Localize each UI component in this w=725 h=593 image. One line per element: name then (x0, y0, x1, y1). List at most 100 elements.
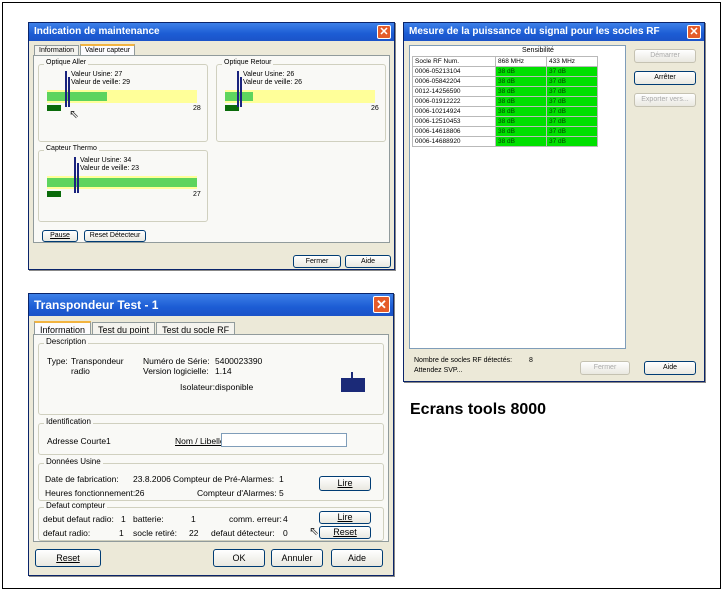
annuler-button[interactable]: Annuler (271, 549, 323, 567)
sensor-bar-base (47, 105, 61, 111)
batterie-label: batterie: (133, 514, 164, 524)
reset-defaut-button[interactable]: Reset (319, 526, 371, 539)
prealarmes-value: 1 (279, 474, 284, 484)
serie-value: 5400023390 (215, 356, 263, 366)
sensor-bar-level (47, 92, 107, 101)
rf-signal-titlebar: Mesure de la puissance du signal pour le… (404, 23, 704, 41)
sensor-bar-level (225, 92, 253, 101)
group-identification: Identification Adresse Courte1 Nom / Lib… (38, 417, 384, 455)
group-description: Description Type: Transpondeur radio Num… (38, 337, 384, 415)
window-title: Transpondeur Test - 1 (34, 298, 159, 312)
valeur-veille: Valeur de veille: 23 (80, 165, 140, 172)
date-fabrication-label: Date de fabrication: (45, 474, 119, 484)
valeur-veille: Valeur de veille: 26 (243, 79, 303, 86)
tab-panel: Optique Aller Valeur Usine: 27 Valeur de… (33, 55, 390, 243)
fermer-button[interactable]: Fermer (293, 255, 341, 268)
heures-value: 26 (135, 488, 145, 498)
veille-marker (240, 77, 242, 107)
col-socle[interactable]: Socle RF Num. (412, 56, 496, 67)
date-fabrication-value: 23.8.2006 (133, 474, 171, 484)
fermer-button[interactable]: Fermer (580, 361, 630, 375)
col-868[interactable]: 868 MHz (495, 56, 547, 67)
heures-label: Heures fonctionnement: (45, 488, 136, 498)
valeur-usine: Valeur Usine: 26 (243, 71, 295, 78)
defaut-detecteur-label: defaut détecteur: (211, 528, 275, 538)
sensor-value: 28 (193, 105, 201, 112)
aide-button[interactable]: Aide (345, 255, 391, 268)
close-icon[interactable]: ✕ (373, 296, 390, 313)
nom-libelle-input[interactable] (221, 433, 347, 447)
pause-button[interactable]: Pause (42, 230, 78, 242)
usine-marker (74, 157, 76, 193)
type-value: Transpondeur radio (71, 356, 124, 376)
lire-usine-button[interactable]: Lire (319, 476, 371, 491)
usine-marker (65, 71, 67, 107)
isolateur-label: Isolateur: (180, 382, 215, 392)
reset-detecteur-button[interactable]: Reset Détecteur (84, 230, 146, 242)
window-title: Mesure de la puissance du signal pour le… (409, 26, 660, 37)
table-row[interactable]: 0006-01912222 38 dB 37 dB (412, 96, 598, 107)
serie-label: Numéro de Série: (143, 356, 210, 366)
valeur-veille: Valeur de veille: 29 (71, 79, 131, 86)
arreter-button[interactable]: Arrêter (634, 71, 696, 85)
usine-marker (237, 71, 239, 107)
table-row[interactable]: 0006-14688920 38 dB 37 dB (412, 136, 598, 147)
socle-retire-value: 22 (189, 528, 199, 538)
debut-defaut-radio-label: debut defaut radio: (43, 514, 114, 524)
sensibilite-header: Sensibilité (522, 47, 554, 54)
version-value: 1.14 (215, 366, 232, 376)
type-label: Type: (47, 356, 68, 366)
mouse-cursor-icon: ⇖ (69, 107, 80, 121)
col-433[interactable]: 433 MHz (546, 56, 598, 67)
group-label: Optique Aller (44, 59, 89, 66)
valeur-usine: Valeur Usine: 27 (71, 71, 123, 78)
rf-signal-window: Mesure de la puissance du signal pour le… (403, 22, 705, 382)
comm-erreur-label: comm. erreur: (229, 514, 282, 524)
group-label: Identification (44, 417, 93, 426)
alarmes-label: Compteur d'Alarmes: (197, 488, 277, 498)
close-icon[interactable]: ✕ (377, 25, 391, 39)
group-label: Defaut compteur (44, 501, 108, 510)
sensor-bar-level (47, 178, 197, 187)
veille-marker (77, 163, 79, 193)
sensor-value: 27 (193, 191, 201, 198)
maintenance-titlebar: Indication de maintenance ✕ (29, 23, 394, 41)
window-title: Indication de maintenance (34, 26, 160, 37)
defaut-radio-label: defaut radio: (43, 528, 91, 538)
socle-retire-label: socle retiré: (133, 528, 177, 538)
nombre-socles-label: Nombre de socles RF détectés: (414, 357, 513, 364)
group-optique-retour: Optique Retour Valeur Usine: 26 Valeur d… (216, 59, 386, 142)
alarmes-value: 5 (279, 488, 284, 498)
exporter-button[interactable]: Exporter vers... (634, 93, 696, 107)
caption: Ecrans tools 8000 (410, 401, 547, 418)
rf-table: Socle RF Num. 868 MHz 433 MHz 0006-05213… (412, 56, 598, 147)
information-panel: Description Type: Transpondeur radio Num… (33, 334, 389, 542)
table-row[interactable]: 0012-14256590 38 dB 37 dB (412, 86, 598, 97)
demarrer-button[interactable]: Démarrer (634, 49, 696, 63)
maintenance-window: Indication de maintenance ✕ Information … (28, 22, 395, 270)
table-row[interactable]: 0006-14618806 38 dB 37 dB (412, 126, 598, 137)
group-label: Données Usine (44, 457, 103, 466)
table-row[interactable]: 0006-05213104 38 dB 37 dB (412, 66, 598, 77)
lire-defaut-button[interactable]: Lire (319, 511, 371, 524)
version-label: Version logicielle: (143, 366, 209, 376)
group-label: Optique Retour (222, 59, 274, 66)
defaut-radio-value: 1 (119, 528, 124, 538)
aide-button[interactable]: Aide (644, 361, 696, 375)
table-row[interactable]: 0006-10214924 38 dB 37 dB (412, 106, 598, 117)
transpondeur-window: Transpondeur Test - 1 ✕ Information Test… (28, 293, 394, 576)
attendez-status: Attendez SVP... (414, 367, 463, 374)
aide-button[interactable]: Aide (331, 549, 383, 567)
group-capteur-thermo: Capteur Thermo Valeur Usine: 34 Valeur d… (38, 145, 208, 222)
table-row[interactable]: 0006-05842204 38 dB 37 dB (412, 76, 598, 87)
group-optique-aller: Optique Aller Valeur Usine: 27 Valeur de… (38, 59, 208, 142)
ok-button[interactable]: OK (213, 549, 265, 567)
table-row[interactable]: 0006-12510453 38 dB 37 dB (412, 116, 598, 127)
group-donnees-usine: Données Usine Date de fabrication: 23.8.… (38, 457, 384, 501)
nom-libelle-label: Nom / Libellé: (175, 436, 227, 446)
group-label: Capteur Thermo (44, 145, 99, 152)
close-icon[interactable]: ✕ (687, 25, 701, 39)
table-header-row: Socle RF Num. 868 MHz 433 MHz (412, 56, 598, 67)
transponder-device-icon (339, 372, 367, 392)
reset-button[interactable]: Reset (35, 549, 101, 567)
